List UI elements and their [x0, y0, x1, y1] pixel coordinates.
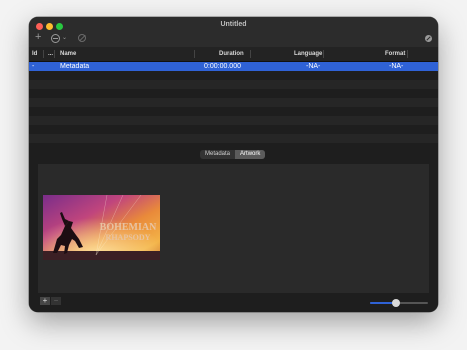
- table-row-empty: [29, 107, 438, 116]
- table-row-empty: [29, 80, 438, 89]
- tab-metadata[interactable]: Metadata: [200, 150, 235, 159]
- row-format: -NA-: [389, 63, 404, 70]
- column-divider[interactable]: [250, 50, 251, 58]
- table-row-empty: [29, 116, 438, 125]
- tab-switcher: Metadata Artwork: [200, 150, 266, 159]
- column-header-format[interactable]: Format: [385, 51, 405, 57]
- table-row-empty: [29, 71, 438, 80]
- table-row[interactable]: - Metadata 0:00:00.000 -NA- -NA-: [29, 62, 438, 71]
- table-row-empty: [29, 134, 438, 143]
- row-id: -: [32, 63, 35, 70]
- window-title: Untitled: [220, 21, 247, 28]
- action-menu-icon[interactable]: [51, 34, 60, 43]
- column-header-name[interactable]: Name: [60, 51, 76, 57]
- row-language: -NA-: [306, 63, 321, 70]
- chevron-down-icon[interactable]: ⌄: [62, 34, 67, 43]
- table-row-empty: [29, 125, 438, 134]
- table-header: Id ... Name Duration Language Format: [29, 47, 438, 62]
- column-header-duration[interactable]: Duration: [219, 51, 244, 57]
- column-divider[interactable]: [194, 50, 195, 58]
- bottom-toolbar: + −: [29, 294, 438, 312]
- artwork-panel: BOHEMIAN RHAPSODY: [38, 164, 429, 293]
- column-header-id[interactable]: Id: [32, 51, 37, 57]
- row-name: Metadata: [60, 63, 90, 70]
- artwork-image[interactable]: BOHEMIAN RHAPSODY: [43, 195, 160, 260]
- column-divider[interactable]: [54, 50, 55, 58]
- remove-icon[interactable]: [78, 34, 86, 42]
- titlebar: Untitled + ⌄: [29, 17, 438, 47]
- remove-artwork-button[interactable]: −: [51, 297, 61, 305]
- add-artwork-button[interactable]: +: [40, 297, 50, 305]
- column-divider[interactable]: [43, 50, 44, 58]
- table-row-empty: [29, 89, 438, 98]
- column-divider[interactable]: [407, 50, 408, 58]
- row-duration: 0:00:00.000: [204, 63, 241, 70]
- tab-artwork[interactable]: Artwork: [235, 150, 266, 159]
- column-header-more[interactable]: ...: [48, 51, 53, 57]
- plus-icon[interactable]: +: [35, 32, 41, 43]
- zoom-slider-knob[interactable]: [392, 299, 400, 307]
- column-header-language[interactable]: Language: [294, 51, 322, 57]
- column-divider[interactable]: [323, 50, 324, 58]
- artwork-title-line2: RHAPSODY: [106, 233, 151, 242]
- zoom-slider[interactable]: [370, 299, 428, 307]
- artwork-title-line1: BOHEMIAN: [100, 222, 157, 233]
- main-window: Untitled + ⌄ Id ... Name Duration Langua…: [29, 17, 438, 312]
- tracks-table: - Metadata 0:00:00.000 -NA- -NA-: [29, 62, 438, 152]
- info-icon[interactable]: [425, 35, 432, 42]
- table-row-empty: [29, 98, 438, 107]
